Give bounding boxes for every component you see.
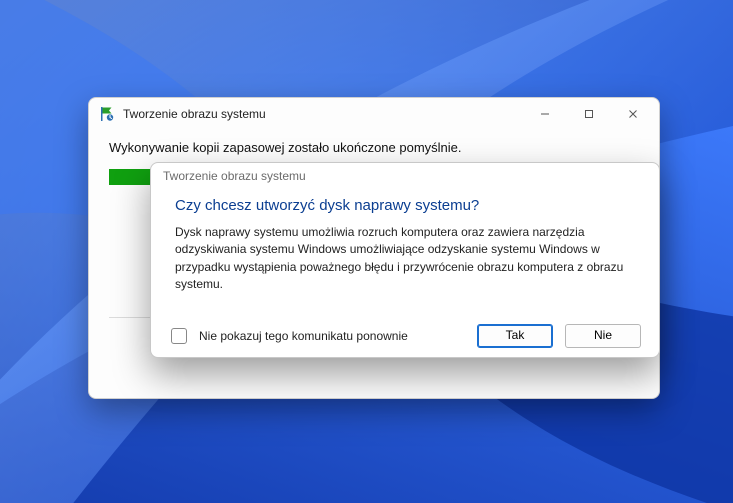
window-controls xyxy=(523,98,655,130)
titlebar[interactable]: Tworzenie obrazu systemu xyxy=(89,98,659,130)
window-title: Tworzenie obrazu systemu xyxy=(123,107,523,121)
repair-disc-dialog: Tworzenie obrazu systemu Czy chcesz utwo… xyxy=(150,162,660,358)
close-button[interactable] xyxy=(611,98,655,130)
no-button[interactable]: Nie xyxy=(565,324,641,348)
yes-button[interactable]: Tak xyxy=(477,324,553,348)
minimize-button[interactable] xyxy=(523,98,567,130)
backup-status-text: Wykonywanie kopii zapasowej zostało ukoń… xyxy=(109,140,639,155)
dialog-footer: Nie pokazuj tego komunikatu ponownie Tak… xyxy=(151,315,659,357)
dont-show-again-checkbox[interactable] xyxy=(171,328,187,344)
maximize-button[interactable] xyxy=(567,98,611,130)
dont-show-again-label: Nie pokazuj tego komunikatu ponownie xyxy=(199,329,465,343)
desktop-wallpaper: Tworzenie obrazu systemu Wykonywanie kop… xyxy=(0,0,733,503)
dialog-heading: Czy chcesz utworzyć dysk naprawy systemu… xyxy=(175,197,635,214)
backup-flag-icon xyxy=(99,106,115,122)
dialog-title[interactable]: Tworzenie obrazu systemu xyxy=(151,163,659,189)
dialog-body: Czy chcesz utworzyć dysk naprawy systemu… xyxy=(151,189,659,294)
dialog-text: Dysk naprawy systemu umożliwia rozruch k… xyxy=(175,224,635,294)
